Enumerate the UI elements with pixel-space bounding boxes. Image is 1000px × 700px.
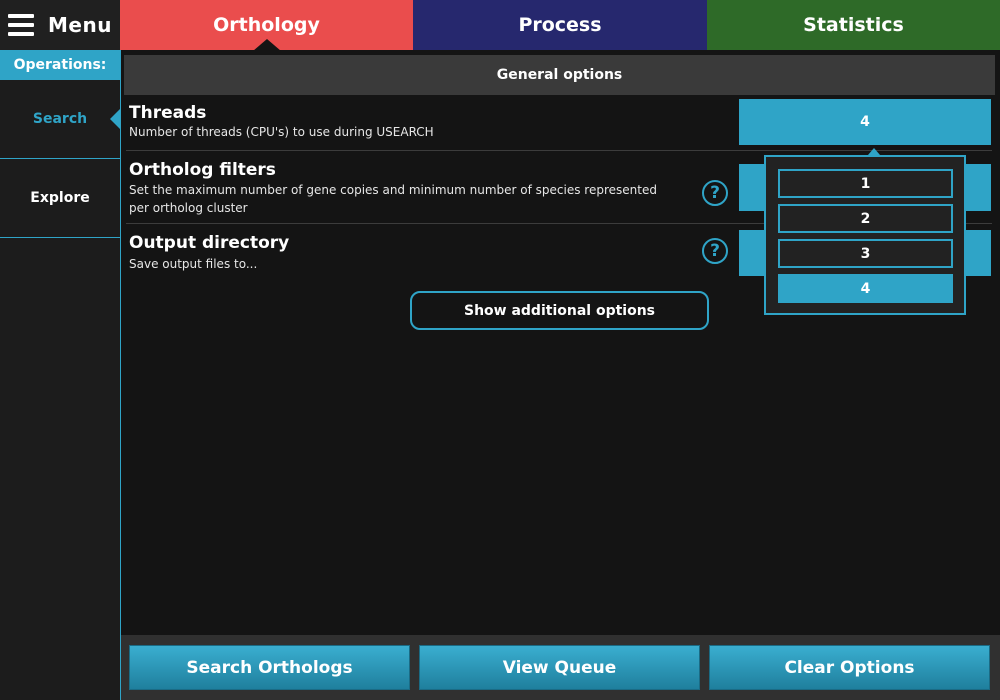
tab-process-label: Process (518, 14, 602, 36)
option-description: Save output files to... (129, 257, 258, 271)
tab-orthology-label: Orthology (213, 14, 320, 36)
search-orthologs-button[interactable]: Search Orthologs (129, 645, 410, 690)
show-additional-options-button[interactable]: Show additional options (410, 291, 709, 330)
threads-option[interactable]: 1 (778, 169, 953, 198)
sidebar-item-explore-label: Explore (30, 190, 90, 206)
app-window: Menu Orthology Process Statistics Operat… (0, 0, 1000, 700)
threads-value: 4 (860, 114, 870, 130)
threads-option-selected[interactable]: 4 (778, 274, 953, 303)
tab-statistics-label: Statistics (803, 14, 904, 36)
option-description: Number of threads (CPU's) to use during … (129, 125, 434, 139)
sidebar-item-search-label: Search (32, 111, 88, 127)
operations-header: Operations: (0, 50, 120, 80)
option-title: Ortholog filters (129, 160, 276, 180)
option-title: Output directory (129, 233, 290, 253)
tab-statistics[interactable]: Statistics (707, 0, 1000, 50)
tab-orthology[interactable]: Orthology (120, 0, 413, 51)
option-description: Set the maximum number of gene copies an… (129, 183, 657, 215)
option-row-threads: Threads Number of threads (CPU's) to use… (126, 99, 992, 151)
threads-option[interactable]: 2 (778, 204, 953, 233)
question-mark-icon[interactable]: ? (702, 180, 728, 206)
action-bar: Search Orthologs View Queue Clear Option… (121, 635, 1000, 700)
menu-label: Menu (48, 13, 112, 37)
threads-select[interactable]: 4 (739, 99, 991, 145)
threads-dropdown: 1 2 3 4 (764, 148, 966, 315)
sidebar-item-explore[interactable]: Explore (0, 159, 120, 238)
question-mark-icon[interactable]: ? (702, 238, 728, 264)
view-queue-button[interactable]: View Queue (419, 645, 700, 690)
clear-options-button[interactable]: Clear Options (709, 645, 990, 690)
section-header: General options (124, 55, 995, 95)
sidebar: Operations: Search Explore (0, 50, 121, 700)
option-title: Threads (129, 103, 207, 123)
menu-button[interactable]: Menu (0, 0, 120, 50)
hamburger-icon (8, 14, 34, 36)
sidebar-item-search[interactable]: Search (0, 80, 120, 159)
active-item-caret-icon (110, 109, 120, 129)
main-panel: General options Threads Number of thread… (121, 50, 1000, 635)
threads-option[interactable]: 3 (778, 239, 953, 268)
dropdown-caret-icon (868, 148, 880, 155)
tab-process[interactable]: Process (413, 0, 707, 50)
